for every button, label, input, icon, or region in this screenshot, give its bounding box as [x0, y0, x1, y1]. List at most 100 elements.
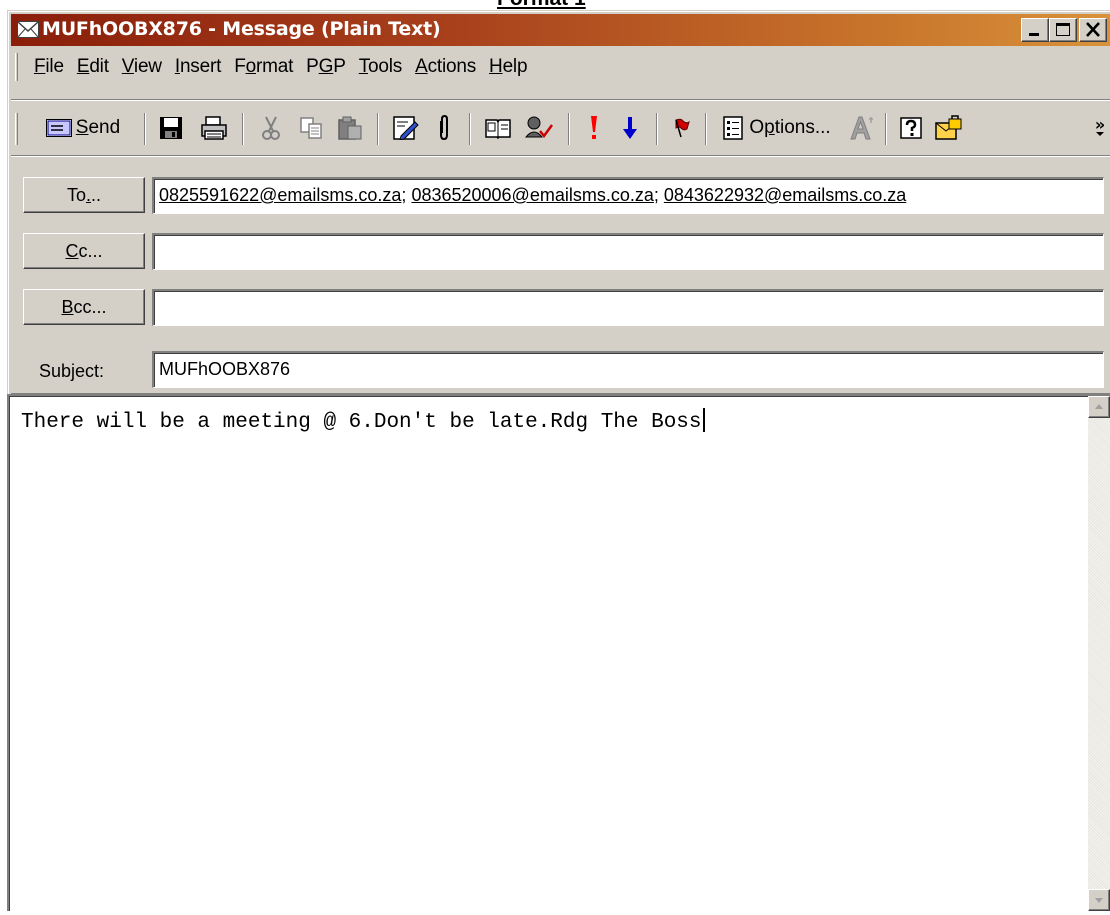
bcc-button-label: Bcc... [61, 296, 107, 317]
minimize-icon [1029, 33, 1039, 36]
cc-field[interactable] [152, 233, 1104, 270]
help-button[interactable] [895, 111, 927, 145]
check-names-icon [524, 116, 554, 139]
menu-item-view[interactable]: View [115, 56, 168, 78]
document-heading-text: Format 1 [497, 0, 586, 10]
recipient-separator: ; [653, 185, 664, 205]
toolbar-overflow-button[interactable]: » [1091, 111, 1109, 145]
bcc-button[interactable]: Bcc... [23, 289, 145, 325]
maximize-icon [1056, 23, 1070, 36]
save-button[interactable] [154, 111, 188, 145]
low-importance-button[interactable] [615, 111, 645, 145]
toolbar-separator [377, 113, 379, 145]
menu-item-actions[interactable]: Actions [408, 56, 482, 78]
low-importance-icon [623, 117, 637, 139]
close-button[interactable] [1079, 18, 1107, 42]
subject-label: Subject: [39, 361, 105, 381]
recipient-separator: ; [401, 185, 412, 205]
follow-up-flag-icon [675, 118, 690, 138]
to-recipient[interactable]: 0843622932@emailsms.co.za [664, 185, 906, 205]
toolbar-separator [242, 113, 244, 145]
minimize-button[interactable] [1021, 18, 1049, 42]
close-icon [1086, 22, 1100, 37]
help-icon [900, 117, 922, 139]
menu-item-help[interactable]: Help [482, 56, 533, 78]
window-title: MUFhOOBX876 - Message (Plain Text) [42, 18, 441, 40]
menu-item-edit[interactable]: Edit [70, 56, 115, 78]
toolbar-separator [885, 113, 887, 145]
copy-button [295, 111, 327, 145]
address-book-button[interactable] [481, 111, 515, 145]
menu-item-tools[interactable]: Tools [352, 56, 408, 78]
envelope-send-icon [45, 119, 72, 137]
attach-button[interactable] [429, 111, 459, 145]
font-button [845, 111, 879, 145]
paste-button [333, 111, 367, 145]
to-button[interactable]: To... [23, 177, 145, 213]
toolbar-separator [568, 113, 570, 145]
attach-icon [440, 115, 448, 141]
document-heading: Format 1 [0, 0, 1110, 10]
cc-button[interactable]: Cc... [23, 233, 145, 269]
insert-file-button[interactable] [389, 111, 423, 145]
toolbar-separator [656, 113, 658, 145]
subject-field[interactable]: MUFhOOBX876 [152, 351, 1104, 388]
insert-file-icon [393, 116, 419, 140]
menu-item-file[interactable]: File [27, 56, 70, 78]
options-label: Options... [749, 117, 831, 138]
toolbar-grip[interactable] [15, 113, 18, 145]
to-field[interactable]: 0825591622@emailsms.co.za; 0836520006@em… [152, 177, 1104, 214]
menu-item-insert[interactable]: Insert [168, 56, 227, 78]
menu-item-pgp[interactable]: PGP [299, 56, 352, 78]
bcc-field[interactable] [152, 289, 1104, 326]
to-recipient[interactable]: 0825591622@emailsms.co.za [159, 185, 401, 205]
menu-toolbar-divider [11, 99, 1110, 101]
copy-icon [300, 117, 322, 139]
high-importance-icon [591, 116, 597, 139]
toolbar-overflow-chevron: » [1094, 115, 1106, 134]
menu-bar: File Edit View Insert Format PGP Tools Actions H… [11, 49, 1110, 85]
check-names-button[interactable] [521, 111, 557, 145]
address-book-icon [485, 119, 511, 139]
send-label: Send [75, 117, 121, 138]
message-envelope-icon [17, 21, 39, 38]
vertical-scrollbar[interactable] [1088, 396, 1110, 911]
title-bar[interactable]: MUFhOOBX876 - Message (Plain Text) [11, 14, 1110, 46]
menu-item-format[interactable]: Format [227, 56, 299, 78]
message-body[interactable]: There will be a meeting @ 6.Don't be lat… [7, 394, 1110, 911]
scroll-up-arrow-icon [1095, 404, 1103, 409]
send-button[interactable]: Send [31, 111, 135, 145]
follow-up-flag-button[interactable] [667, 111, 697, 145]
caption-buttons [1021, 18, 1107, 42]
options-button[interactable]: Options... [715, 111, 839, 145]
text-caret [702, 408, 705, 432]
pgp-button[interactable] [931, 111, 967, 145]
cut-icon [262, 116, 280, 140]
to-button-label: To... [66, 184, 102, 205]
scroll-down-arrow-icon [1095, 898, 1103, 903]
maximize-button[interactable] [1049, 18, 1077, 42]
toolbar-header-divider [11, 155, 1110, 157]
to-recipient[interactable]: 0836520006@emailsms.co.za [411, 185, 653, 205]
menu-items: File Edit View Insert Format PGP Tools Actions H… [27, 56, 533, 78]
message-header: To... 0825591622@emailsms.co.za; 0836520… [11, 161, 1110, 393]
print-icon [201, 116, 227, 140]
paste-icon [338, 116, 362, 140]
save-icon [160, 117, 182, 139]
toolbar-separator [144, 113, 146, 145]
cut-button [255, 111, 287, 145]
menu-grip[interactable] [15, 53, 18, 81]
pgp-icon [935, 115, 962, 140]
toolbar-separator [705, 113, 707, 145]
toolbar-separator [469, 113, 471, 145]
high-importance-button[interactable] [579, 111, 609, 145]
font-icon [850, 116, 873, 140]
options-icon [723, 116, 744, 140]
message-body-text[interactable]: There will be a meeting @ 6.Don't be lat… [21, 408, 705, 434]
standard-toolbar: Send Options... » [11, 107, 1110, 155]
print-button[interactable] [196, 111, 232, 145]
chevron-down-icon [1096, 132, 1104, 136]
scroll-up-button[interactable] [1088, 396, 1110, 418]
scroll-down-button[interactable] [1088, 889, 1110, 911]
cc-button-label: Cc... [65, 240, 103, 261]
